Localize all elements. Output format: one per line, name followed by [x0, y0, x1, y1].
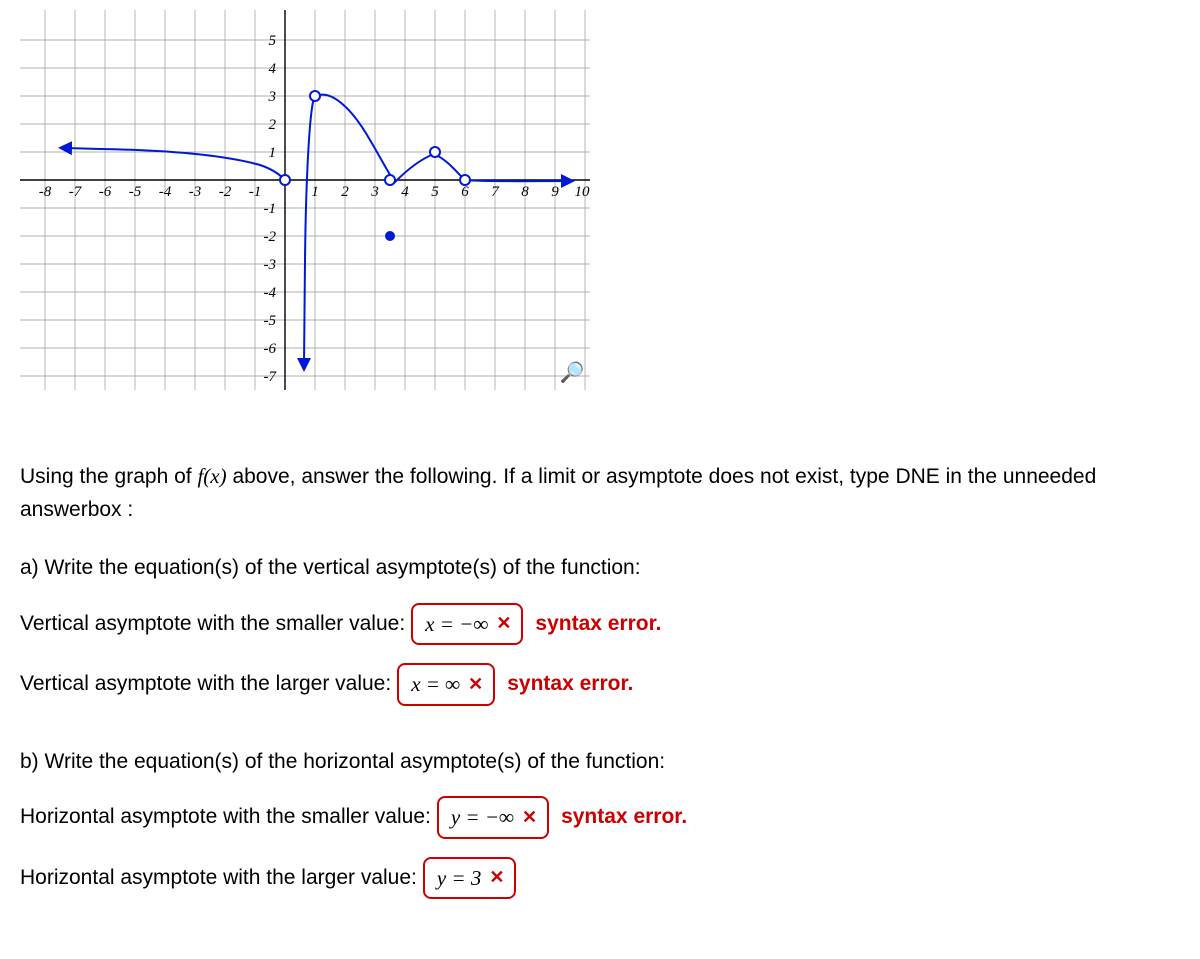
svg-text:4: 4 — [269, 61, 277, 77]
svg-text:-2: -2 — [264, 229, 277, 245]
qa-larger-error: syntax error. — [507, 668, 633, 701]
svg-text:10: 10 — [575, 184, 591, 200]
qb-smaller-label: Horizontal asymptote with the smaller va… — [20, 801, 431, 834]
svg-text:5: 5 — [431, 184, 439, 200]
svg-text:-2: -2 — [219, 184, 232, 200]
svg-text:-1: -1 — [264, 201, 277, 217]
svg-text:7: 7 — [491, 184, 500, 200]
svg-text:4: 4 — [401, 184, 409, 200]
graph-svg: -8-7-6 -5-4-3 -2-1 123 456 789 10 54 32 … — [20, 10, 590, 390]
qa-larger-value: x = ∞ — [411, 668, 460, 701]
qa-heading: a) Write the equation(s) of the vertical… — [20, 552, 1180, 585]
svg-text:2: 2 — [269, 117, 277, 133]
svg-text:-1: -1 — [249, 184, 262, 200]
svg-text:6: 6 — [461, 184, 469, 200]
svg-text:-7: -7 — [264, 369, 278, 385]
qa-larger-label: Vertical asymptote with the larger value… — [20, 668, 391, 701]
svg-text:-7: -7 — [69, 184, 83, 200]
qb-smaller-error: syntax error. — [561, 801, 687, 834]
svg-text:-3: -3 — [189, 184, 202, 200]
qa-smaller-input[interactable]: x = −∞ ✕ — [411, 603, 523, 646]
svg-text:-3: -3 — [264, 257, 277, 273]
svg-text:3: 3 — [268, 89, 277, 105]
qa-larger-input[interactable]: x = ∞ ✕ — [397, 663, 495, 706]
prompt-fx: f(x) — [197, 464, 226, 488]
wrong-icon: ✕ — [489, 864, 504, 892]
qb-larger-label: Horizontal asymptote with the larger val… — [20, 862, 417, 895]
svg-text:5: 5 — [269, 33, 277, 49]
magnify-icon[interactable]: 🔍 — [560, 360, 585, 385]
qa-smaller-value: x = −∞ — [425, 608, 488, 641]
svg-text:-6: -6 — [99, 184, 112, 200]
qb-smaller-input[interactable]: y = −∞ ✕ — [437, 796, 549, 839]
svg-text:2: 2 — [341, 184, 349, 200]
qa-smaller-error: syntax error. — [535, 608, 661, 641]
prompt-text: Using the graph of f(x) above, answer th… — [20, 460, 1180, 526]
svg-text:-8: -8 — [39, 184, 52, 200]
wrong-icon: ✕ — [522, 804, 537, 832]
svg-text:-5: -5 — [129, 184, 142, 200]
svg-text:3: 3 — [370, 184, 379, 200]
graph-plot: -8-7-6 -5-4-3 -2-1 123 456 789 10 54 32 … — [20, 10, 590, 390]
svg-text:9: 9 — [551, 184, 559, 200]
svg-text:-4: -4 — [159, 184, 172, 200]
svg-text:1: 1 — [269, 145, 277, 161]
svg-text:1: 1 — [311, 184, 319, 200]
qb-heading: b) Write the equation(s) of the horizont… — [20, 746, 1180, 779]
prompt-before: Using the graph of — [20, 465, 197, 488]
qb-larger-input[interactable]: y = 3 ✕ — [423, 857, 517, 900]
qb-smaller-value: y = −∞ — [451, 801, 514, 834]
qa-smaller-label: Vertical asymptote with the smaller valu… — [20, 608, 405, 641]
question-a: a) Write the equation(s) of the vertical… — [20, 552, 1180, 706]
svg-text:-6: -6 — [264, 341, 277, 357]
wrong-icon: ✕ — [496, 610, 511, 638]
question-b: b) Write the equation(s) of the horizont… — [20, 746, 1180, 900]
qb-larger-value: y = 3 — [437, 862, 482, 895]
wrong-icon: ✕ — [468, 671, 483, 699]
svg-text:-4: -4 — [264, 285, 277, 301]
svg-text:-5: -5 — [264, 313, 277, 329]
svg-text:8: 8 — [521, 184, 529, 200]
